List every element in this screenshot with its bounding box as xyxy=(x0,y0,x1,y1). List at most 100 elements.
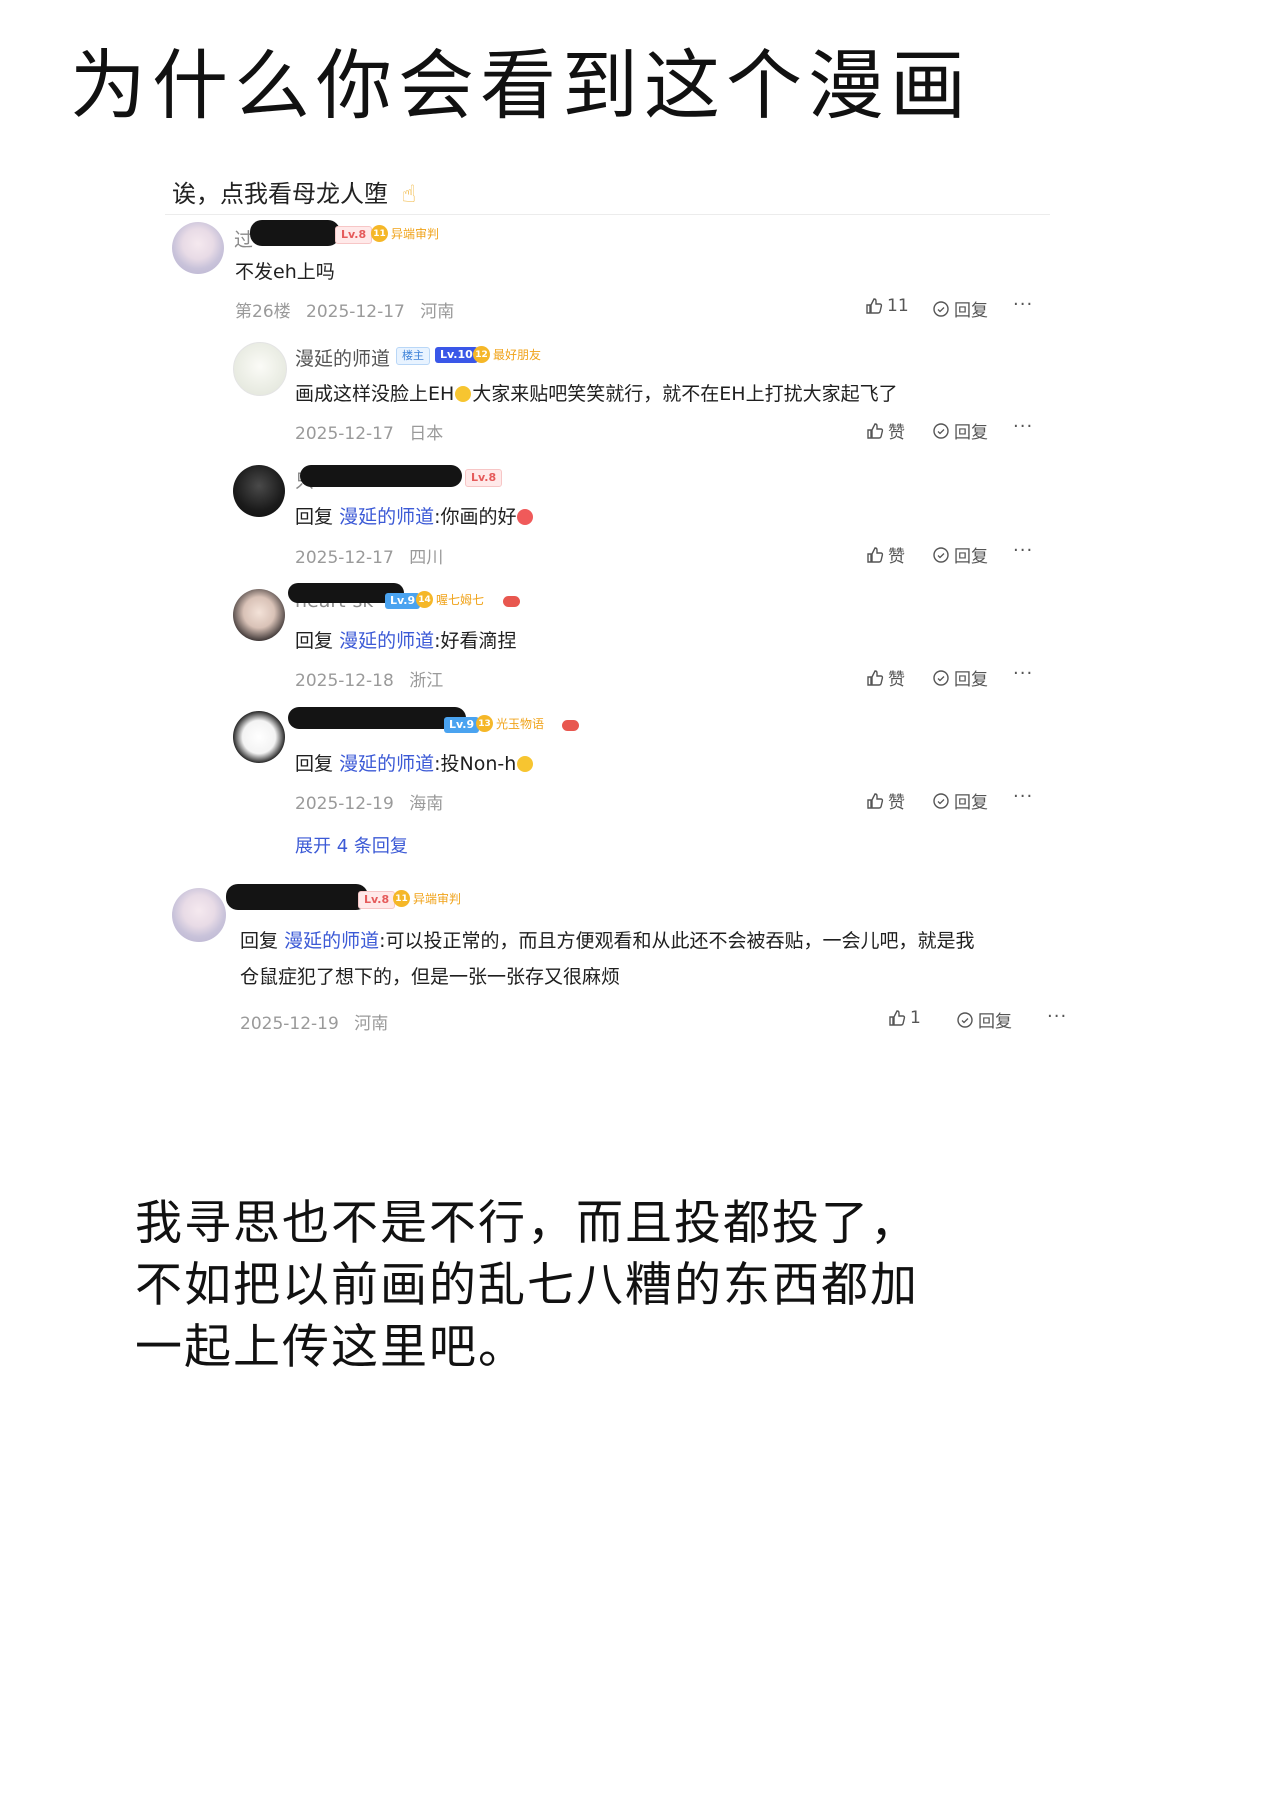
caption-line: 我寻思也不是不行，而且投都投了， xyxy=(135,1196,919,1251)
reply-prefix: 回复 xyxy=(295,753,334,775)
thumb-up-icon xyxy=(867,669,884,686)
level-badge: Lv.9 xyxy=(444,717,480,733)
like-count: 1 xyxy=(910,1008,921,1028)
redaction-mark xyxy=(300,465,462,487)
comment-icon xyxy=(933,792,949,809)
owner-badge: 楼主 xyxy=(396,347,430,365)
medal-badge: 11 异端审判 xyxy=(393,890,461,907)
reply-label: 回复 xyxy=(954,670,988,690)
comment-icon xyxy=(933,300,949,317)
more-icon[interactable]: ··· xyxy=(1013,416,1033,437)
medal-coin-icon: 12 xyxy=(473,346,490,363)
reply-label: 回复 xyxy=(954,301,988,321)
reply-location: 日本 xyxy=(409,424,444,444)
redaction-mark xyxy=(226,884,368,910)
comment-location: 河南 xyxy=(420,302,455,322)
expand-replies-link[interactable]: 展开 4 条回复 xyxy=(295,832,408,858)
comment-icon xyxy=(933,546,949,563)
like-button[interactable]: 赞 xyxy=(866,542,905,567)
avatar[interactable] xyxy=(172,222,224,274)
caption-line: 一起上传这里吧。 xyxy=(135,1320,527,1375)
reply-prefix: 回复 xyxy=(295,506,334,528)
medal-coin-icon: 14 xyxy=(416,591,433,608)
medal-coin-icon: 13 xyxy=(476,715,493,732)
comment-text: 不发eh上吗 xyxy=(235,261,335,283)
comment-date: 2025-12-17 xyxy=(306,302,405,322)
avatar[interactable] xyxy=(233,465,285,517)
sweat-emoji-icon xyxy=(517,756,534,772)
reply-location: 海南 xyxy=(409,794,444,814)
reply-location: 浙江 xyxy=(409,671,444,691)
reply-to-user-link[interactable]: 漫延的师道 xyxy=(339,506,434,528)
thumb-up-icon xyxy=(867,422,884,439)
reply-date: 2025-12-17 xyxy=(295,424,394,444)
comment-text-line: :可以投正常的，而且方便观看和从此还不会被吞贴，一会儿吧，就是我 xyxy=(379,930,975,952)
reply-button[interactable]: 回复 xyxy=(932,542,988,567)
gamepad-icon xyxy=(503,596,520,607)
medal-coin-icon: 11 xyxy=(393,890,410,907)
reply-button[interactable]: 回复 xyxy=(956,1007,1012,1032)
level-badge: Lv.8 xyxy=(335,226,373,244)
divider xyxy=(165,214,1050,215)
more-icon[interactable]: ··· xyxy=(1047,1006,1067,1027)
comment-text: 回复 漫延的师道:可以投正常的，而且方便观看和从此还不会被吞贴，一会儿吧，就是我 xyxy=(240,926,974,953)
avatar[interactable] xyxy=(233,589,285,641)
reply-label: 回复 xyxy=(954,547,988,567)
redaction-mark xyxy=(250,220,340,246)
avatar[interactable] xyxy=(233,342,287,396)
caption-line: 不如把以前画的乱七八糟的东西都加 xyxy=(135,1258,919,1313)
reply-button[interactable]: 回复 xyxy=(932,788,988,813)
medal-badge: 11 异端审判 xyxy=(371,225,439,242)
heart-eyes-emoji-icon xyxy=(517,509,534,525)
reply-label: 回复 xyxy=(954,793,988,813)
like-button[interactable]: 赞 xyxy=(866,788,905,813)
reply-prefix: 回复 xyxy=(240,930,279,952)
reply-text-part: 画成这样没脸上EH xyxy=(295,383,455,405)
reply-text-part: :好看滴捏 xyxy=(434,630,517,652)
more-icon[interactable]: ··· xyxy=(1013,663,1033,684)
more-icon[interactable]: ··· xyxy=(1013,540,1033,561)
more-icon[interactable]: ··· xyxy=(1013,294,1033,315)
caption-text: 我寻思也不是不行，而且投都投了， 不如把以前画的乱七八糟的东西都加 一起上传这里… xyxy=(135,1193,919,1379)
post-title: 诶，点我看母龙人堕 ☝ xyxy=(172,174,416,209)
reply-meta: 2025-12-19 海南 xyxy=(295,789,453,814)
reply-button[interactable]: 回复 xyxy=(932,665,988,690)
reply-label: 回复 xyxy=(978,1012,1012,1032)
avatar[interactable] xyxy=(172,888,226,942)
reply-date: 2025-12-18 xyxy=(295,671,394,691)
reply-text-part: :投Non-h xyxy=(434,753,517,775)
medal-badge: 12 最好朋友 xyxy=(473,346,541,363)
thumb-up-icon xyxy=(867,546,884,563)
reply-date: 2025-12-17 xyxy=(295,548,394,568)
like-button[interactable]: 赞 xyxy=(866,418,905,443)
reply-meta: 2025-12-17 四川 xyxy=(295,543,453,568)
medal-name: 异端审判 xyxy=(413,892,462,906)
medal-badge: 14 喔七姆七 xyxy=(416,591,484,608)
reply-button[interactable]: 回复 xyxy=(932,418,988,443)
medal-coin-icon: 11 xyxy=(371,225,388,242)
like-button[interactable]: 11 xyxy=(865,296,909,316)
medal-badge: 13 光玉物语 xyxy=(476,715,544,732)
medal-name: 喔七姆七 xyxy=(436,593,485,607)
reply-date: 2025-12-19 xyxy=(295,794,394,814)
reply-to-user-link[interactable]: 漫延的师道 xyxy=(339,753,434,775)
level-badge: Lv.10 xyxy=(435,347,478,363)
medal-name: 最好朋友 xyxy=(493,348,542,362)
like-button[interactable]: 赞 xyxy=(866,665,905,690)
reply-text: 回复 漫延的师道:好看滴捏 xyxy=(295,626,516,653)
reply-button[interactable]: 回复 xyxy=(932,296,988,321)
reply-to-user-link[interactable]: 漫延的师道 xyxy=(284,930,379,952)
more-icon[interactable]: ··· xyxy=(1013,786,1033,807)
comment-icon xyxy=(933,422,949,439)
avatar[interactable] xyxy=(233,711,285,763)
reply-text: 画成这样没脸上EH 大家来贴吧笑笑就行，就不在EH上打扰大家起飞了 xyxy=(295,379,898,406)
username[interactable]: 漫延的师道 xyxy=(295,344,390,371)
comment-meta: 第26楼 2025-12-17 河南 xyxy=(235,297,464,322)
comment-meta: 2025-12-19 河南 xyxy=(240,1009,398,1034)
redaction-mark xyxy=(288,707,466,729)
thumb-up-icon xyxy=(889,1010,906,1026)
reply-label: 回复 xyxy=(954,423,988,443)
comment-icon xyxy=(957,1011,973,1028)
reply-to-user-link[interactable]: 漫延的师道 xyxy=(339,630,434,652)
like-button[interactable]: 1 xyxy=(888,1008,921,1028)
